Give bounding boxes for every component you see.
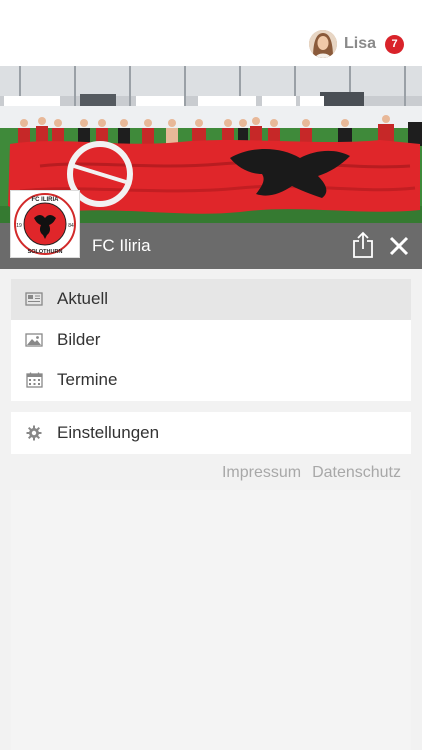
- menu-item-termine[interactable]: Termine: [11, 360, 411, 401]
- menu-item-label: Termine: [57, 370, 118, 390]
- logo-text-top: FC ILIRIA: [32, 197, 60, 203]
- menu-item-einstellungen[interactable]: Einstellungen: [11, 412, 411, 454]
- logo-year-right: 84: [68, 223, 74, 229]
- main-menu: Aktuell Bilder Termine: [11, 279, 411, 401]
- newspaper-icon: [25, 291, 43, 307]
- share-icon[interactable]: [351, 231, 375, 259]
- club-name: FC Iliria: [92, 236, 151, 255]
- top-bar: Lisa 7: [0, 0, 422, 66]
- logo-year-left: 19: [16, 223, 22, 229]
- user-name[interactable]: Lisa: [344, 35, 376, 53]
- footer-links: Impressum Datenschutz: [222, 464, 401, 482]
- close-icon[interactable]: [388, 235, 410, 257]
- menu-item-bilder[interactable]: Bilder: [11, 320, 411, 361]
- avatar[interactable]: [308, 30, 337, 58]
- notification-badge[interactable]: 7: [385, 34, 404, 54]
- datenschutz-link[interactable]: Datenschutz: [312, 464, 401, 482]
- gear-icon: [25, 425, 43, 441]
- user-profile[interactable]: Lisa 7: [308, 29, 404, 59]
- empty-content-area: [11, 490, 411, 750]
- menu-item-label: Bilder: [57, 329, 101, 349]
- logo-text-bottom: SOLOTHURN: [28, 249, 63, 255]
- menu-item-label: Einstellungen: [57, 423, 160, 442]
- settings-menu: Einstellungen: [11, 412, 411, 454]
- menu-item-label: Aktuell: [57, 289, 109, 309]
- club-logo: FC ILIRIA SOLOTHURN 19 84: [10, 190, 80, 258]
- calendar-icon: [25, 372, 43, 389]
- impressum-link[interactable]: Impressum: [222, 464, 301, 482]
- image-icon: [25, 332, 43, 348]
- menu-item-aktuell[interactable]: Aktuell: [11, 279, 411, 320]
